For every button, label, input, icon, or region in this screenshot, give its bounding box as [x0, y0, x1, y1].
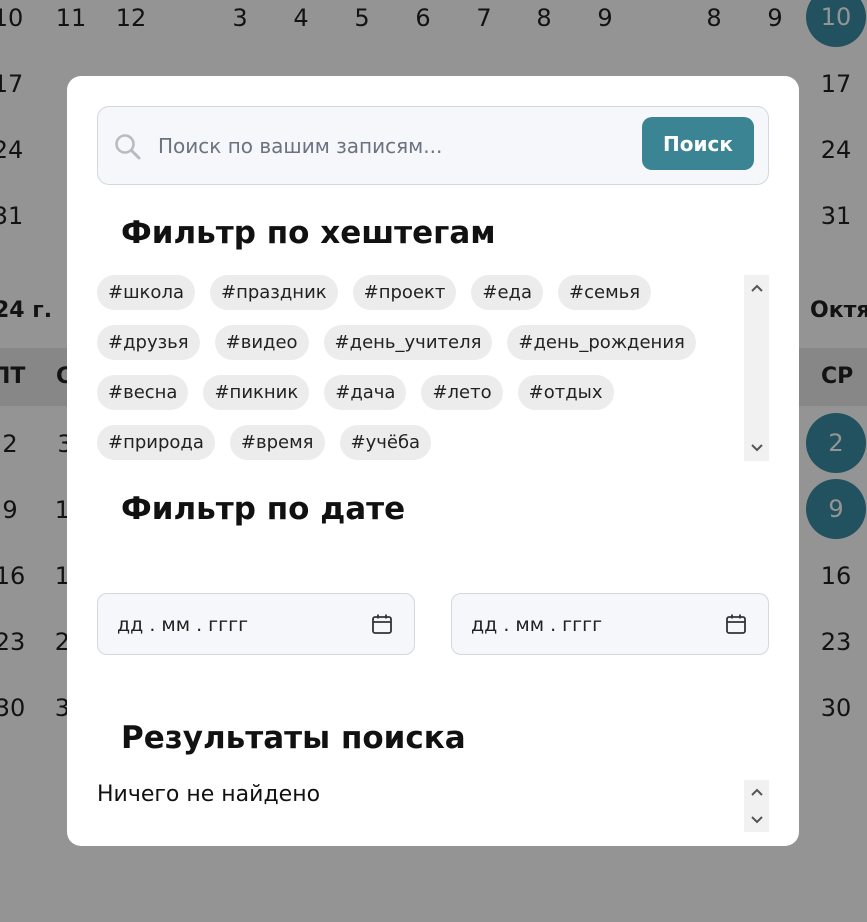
hashtag-chip[interactable]: #день_рождения	[507, 325, 696, 360]
scroll-up-icon[interactable]	[744, 277, 769, 299]
calendar-icon[interactable]	[724, 612, 748, 636]
search-icon	[115, 134, 141, 160]
hashtag-chip[interactable]: #видео	[214, 325, 309, 360]
hashtag-chip[interactable]: #учёба	[339, 425, 432, 460]
hashtag-chip[interactable]: #весна	[97, 375, 189, 410]
search-button[interactable]: Поиск	[642, 117, 754, 170]
hashtag-list: #школа #праздник #проект #еда #семья #друзья #…	[97, 275, 769, 461]
scroll-up-icon[interactable]	[744, 780, 769, 804]
hashtag-chip[interactable]: #еда	[471, 275, 544, 310]
hashtag-chip[interactable]: #день_учителя	[323, 325, 493, 360]
hashtag-chip[interactable]: #праздник	[209, 275, 338, 310]
hashtag-chip[interactable]: #друзья	[97, 325, 200, 360]
search-input[interactable]	[158, 127, 618, 165]
hashtag-scrollbar[interactable]	[744, 275, 769, 461]
search-bar: Поиск	[97, 106, 769, 185]
results-scrollbar[interactable]	[744, 780, 769, 832]
calendar-icon[interactable]	[370, 612, 394, 636]
date-to-field[interactable]: дд . мм . гггг	[451, 593, 769, 655]
results-empty-text: Ничего не найдено	[97, 782, 321, 807]
hashtag-chip[interactable]: #дача	[324, 375, 407, 410]
date-from-placeholder: дд . мм . гггг	[117, 614, 249, 636]
hashtag-chip[interactable]: #семья	[558, 275, 652, 310]
results-title: Результаты поиска	[121, 720, 466, 756]
hashtag-chip[interactable]: #природа	[97, 425, 215, 460]
hashtag-chip[interactable]: #время	[229, 425, 325, 460]
scroll-down-icon[interactable]	[744, 808, 769, 832]
hashtag-chip[interactable]: #отдых	[517, 375, 614, 410]
hashtag-chip[interactable]: #школа	[97, 275, 195, 310]
hashtag-chip[interactable]: #проект	[352, 275, 457, 310]
search-modal: Поиск Фильтр по хештегам #школа #праздник…	[67, 76, 799, 846]
date-from-field[interactable]: дд . мм . гггг	[97, 593, 415, 655]
hashtag-chip[interactable]: #пикник	[203, 375, 310, 410]
hashtag-filter-title: Фильтр по хештегам	[121, 215, 496, 251]
date-filter-title: Фильтр по дате	[121, 491, 406, 527]
scroll-down-icon[interactable]	[744, 437, 769, 459]
date-to-placeholder: дд . мм . гггг	[471, 614, 603, 636]
hashtag-chip[interactable]: #лето	[421, 375, 503, 410]
